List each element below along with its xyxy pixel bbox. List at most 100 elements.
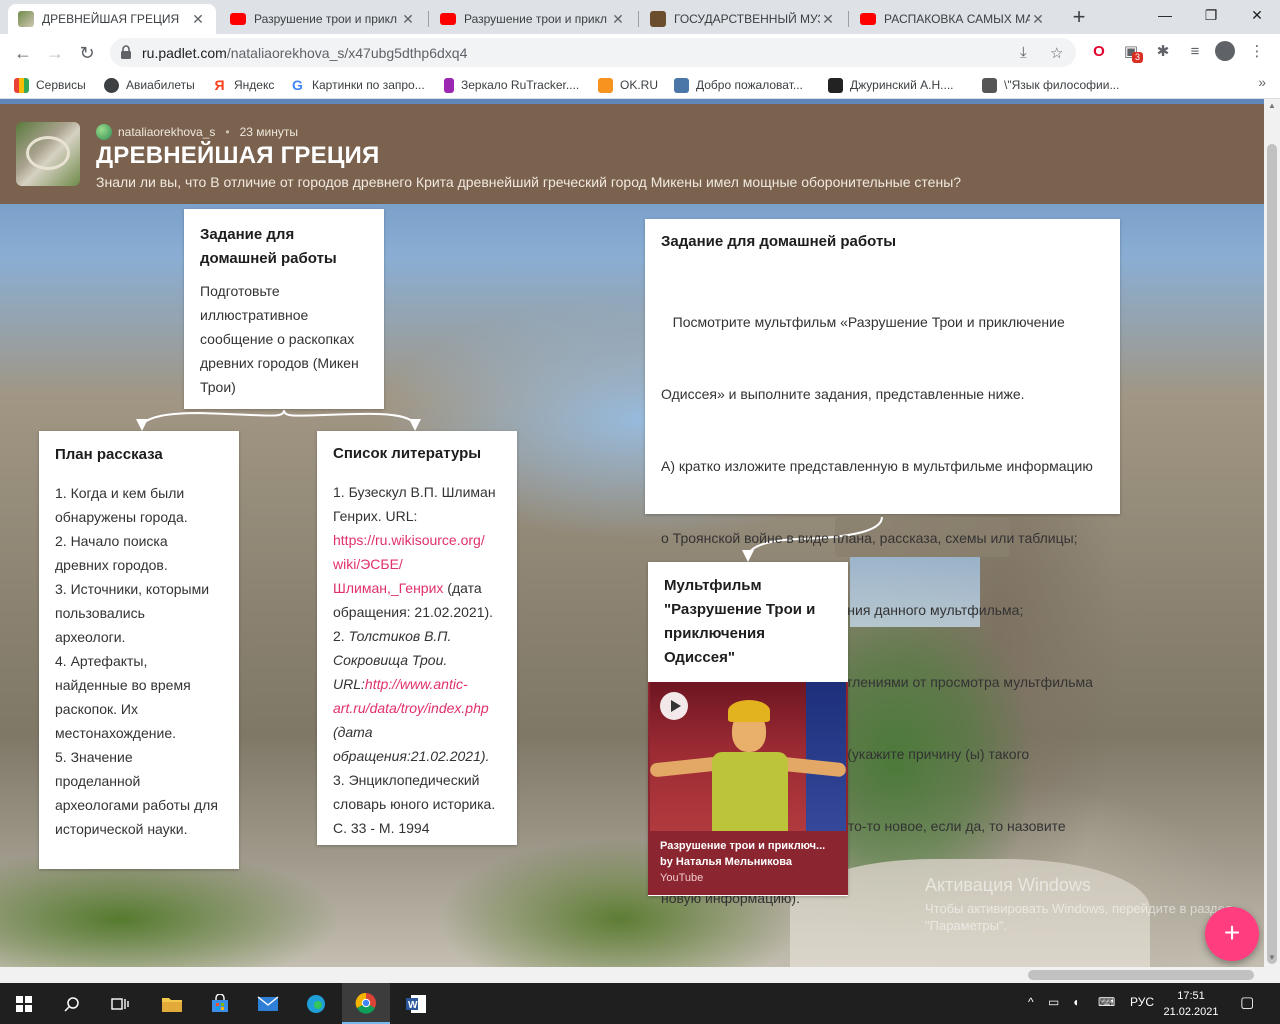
horizontal-scroll-thumb[interactable] bbox=[1028, 970, 1254, 980]
opera-ext-icon[interactable]: O bbox=[1088, 41, 1110, 63]
scroll-down-icon[interactable]: ▼ bbox=[1264, 951, 1280, 965]
chrome-icon bbox=[355, 992, 376, 1014]
video-source: YouTube bbox=[660, 872, 704, 884]
media-queue-icon[interactable]: ≡ bbox=[1184, 41, 1206, 63]
minimize-button[interactable]: — bbox=[1142, 0, 1188, 32]
video-title[interactable]: Разрушение трои и приключ... bbox=[660, 840, 840, 852]
input-language[interactable]: РУС bbox=[1130, 995, 1154, 1009]
new-tab-button[interactable]: + bbox=[1066, 5, 1092, 31]
bookmark-dzhurinsky[interactable]: Джуринский А.Н.... bbox=[828, 76, 954, 94]
post-body: 1. Бузескул В.П. Шлиман Генрих. URL: htt… bbox=[333, 480, 501, 840]
add-post-button[interactable]: + bbox=[1205, 907, 1259, 961]
bookmark-flights[interactable]: Авиабилеты bbox=[104, 76, 195, 94]
globe-icon bbox=[104, 77, 119, 93]
post-title: Список литературы bbox=[333, 445, 482, 462]
tab-separator bbox=[638, 11, 639, 27]
network-icon[interactable]: ▭ bbox=[1048, 995, 1059, 1009]
post-literature-list[interactable]: Список литературы 1. Бузескул В.П. Шлима… bbox=[317, 431, 517, 845]
author-avatar-icon[interactable] bbox=[96, 124, 112, 140]
task-view-button[interactable] bbox=[96, 983, 144, 1024]
padlet-thumbnail[interactable] bbox=[16, 122, 80, 186]
puzzle-extensions-icon[interactable]: ✱ bbox=[1152, 41, 1174, 63]
close-window-button[interactable]: ✕ bbox=[1234, 0, 1280, 32]
windows-start-button[interactable] bbox=[0, 983, 48, 1024]
mail-button[interactable] bbox=[244, 983, 292, 1024]
forward-button[interactable]: → bbox=[42, 40, 68, 66]
padlet-description: Знали ли вы, что В отличие от городов др… bbox=[96, 174, 962, 190]
padlet-title: ДРЕВНЕЙШАЯ ГРЕЦИЯ bbox=[96, 142, 380, 169]
tab-title: Разрушение трои и прикл bbox=[254, 12, 398, 26]
bookmark-vk[interactable]: Добро пожаловат... bbox=[674, 76, 803, 94]
wikisource-link[interactable]: wiki/ЭСБЕ/ bbox=[333, 552, 501, 576]
tab-youtube-2[interactable]: Разрушение трои и прикл ✕ bbox=[430, 4, 636, 34]
tab-separator bbox=[428, 11, 429, 27]
edge-button[interactable] bbox=[292, 983, 340, 1024]
file-explorer-button[interactable] bbox=[148, 983, 196, 1024]
taskbar-search-button[interactable] bbox=[48, 983, 96, 1024]
bookmark-services[interactable]: Сервисы bbox=[14, 76, 86, 94]
bookmark-philosophy[interactable]: \"Язык философии... bbox=[982, 76, 1119, 94]
file-explorer-icon bbox=[162, 997, 182, 1012]
page-icon bbox=[982, 77, 997, 93]
menu-kebab-icon[interactable]: ⋮ bbox=[1246, 41, 1268, 63]
youtube-embed[interactable]: Разрушение трои и приключ... by Наталья … bbox=[648, 682, 848, 895]
bookmark-ok[interactable]: OK.RU bbox=[598, 76, 658, 94]
install-app-icon[interactable]: ⤓ bbox=[1020, 44, 1027, 61]
bookmark-google-images[interactable]: G Картинки по запро... bbox=[290, 76, 425, 94]
word-button[interactable]: W bbox=[392, 983, 440, 1024]
vertical-scroll-thumb[interactable] bbox=[1267, 144, 1277, 964]
tab-close-icon[interactable]: ✕ bbox=[400, 11, 416, 28]
store-button[interactable] bbox=[196, 983, 244, 1024]
url-host: ru.padlet.com bbox=[142, 45, 227, 61]
video-thumbnail[interactable] bbox=[650, 682, 846, 831]
bookmarks-overflow-button[interactable]: » bbox=[1258, 74, 1266, 90]
extension-with-badge[interactable]: ▣ 3 bbox=[1120, 41, 1144, 63]
tab-youtube-1[interactable]: Разрушение трои и прикл ✕ bbox=[220, 4, 426, 34]
play-icon[interactable] bbox=[660, 692, 688, 720]
post-homework-small[interactable]: Задание для домашней работы Подготовьте и… bbox=[184, 209, 384, 409]
bookmark-rutracker[interactable]: Зеркало RuTracker.... bbox=[444, 76, 579, 94]
post-story-plan[interactable]: План рассказа 1. Когда и кем были обнару… bbox=[39, 431, 239, 869]
wikisource-link[interactable]: https://ru.wikisource.org/ bbox=[333, 528, 501, 552]
tray-overflow-chevron[interactable]: ^ bbox=[1028, 995, 1034, 1009]
post-title: Задание для домашней работы bbox=[200, 226, 337, 267]
restore-button[interactable]: ❐ bbox=[1188, 0, 1234, 32]
notifications-icon[interactable]: ▢ bbox=[1240, 993, 1254, 1011]
scroll-up-icon[interactable]: ▲ bbox=[1264, 99, 1280, 113]
antic-art-link[interactable]: art.ru/data/troy/index.php bbox=[333, 696, 501, 720]
tab-close-icon[interactable]: ✕ bbox=[1030, 11, 1046, 28]
horizontal-scrollbar[interactable] bbox=[0, 967, 1264, 983]
url-path: /nataliaorekhova_s/x47ubg5dthp6dxq4 bbox=[226, 45, 468, 61]
padlet-thumb-icon bbox=[18, 11, 34, 27]
youtube-icon bbox=[440, 13, 456, 25]
vertical-scrollbar[interactable]: ▲ ▼ bbox=[1264, 99, 1280, 983]
post-homework-cartoon-task[interactable]: Задание для домашней работы Посмотрите м… bbox=[645, 219, 1120, 906]
reload-button[interactable]: ↻ bbox=[74, 40, 100, 66]
windows-taskbar: W ^ ▭ ◖ ⌨ РУС 17:51 21.02.2021 ▢ bbox=[0, 983, 1280, 1024]
tab-close-icon[interactable]: ✕ bbox=[610, 11, 626, 28]
post-title: План рассказа bbox=[55, 446, 163, 463]
yandex-icon: Я bbox=[214, 76, 225, 93]
taskbar-clock[interactable]: 17:51 21.02.2021 bbox=[1160, 988, 1222, 1020]
meta-separator: • bbox=[225, 125, 230, 139]
keyboard-icon[interactable]: ⌨ bbox=[1098, 995, 1115, 1009]
bookmark-yandex[interactable]: Я Яндекс bbox=[212, 76, 274, 94]
volume-icon[interactable]: ◖ bbox=[1072, 995, 1079, 1009]
tab-youtube-3[interactable]: РАСПАКОВКА САМЫХ МА ✕ bbox=[850, 4, 1056, 34]
chrome-button[interactable] bbox=[342, 983, 390, 1024]
windows-start-icon bbox=[16, 995, 32, 1012]
address-bar[interactable]: ru.padlet.com/nataliaorekhova_s/x47ubg5d… bbox=[110, 38, 1076, 67]
post-title: Задание для домашней работы bbox=[661, 233, 897, 250]
tab-title: Разрушение трои и прикл bbox=[464, 12, 608, 26]
tab-museum[interactable]: ГОСУДАРСТВЕННЫЙ МУЗ ✕ bbox=[640, 4, 846, 34]
profile-avatar-icon[interactable] bbox=[1214, 41, 1236, 63]
wikisource-link[interactable]: Шлиман,_Генрих bbox=[333, 580, 443, 596]
tab-close-icon[interactable]: ✕ bbox=[190, 11, 206, 28]
antic-art-link[interactable]: http://www.antic- bbox=[365, 676, 468, 692]
back-button[interactable]: ← bbox=[10, 40, 36, 66]
clock-date: 21.02.2021 bbox=[1163, 1006, 1219, 1018]
tab-close-icon[interactable]: ✕ bbox=[820, 11, 836, 28]
bookmark-star-icon[interactable]: ☆ bbox=[1050, 44, 1063, 62]
author-name[interactable]: nataliaorekhova_s bbox=[118, 125, 215, 139]
tab-padlet[interactable]: ДРЕВНЕЙШАЯ ГРЕЦИЯ ✕ bbox=[8, 4, 216, 34]
